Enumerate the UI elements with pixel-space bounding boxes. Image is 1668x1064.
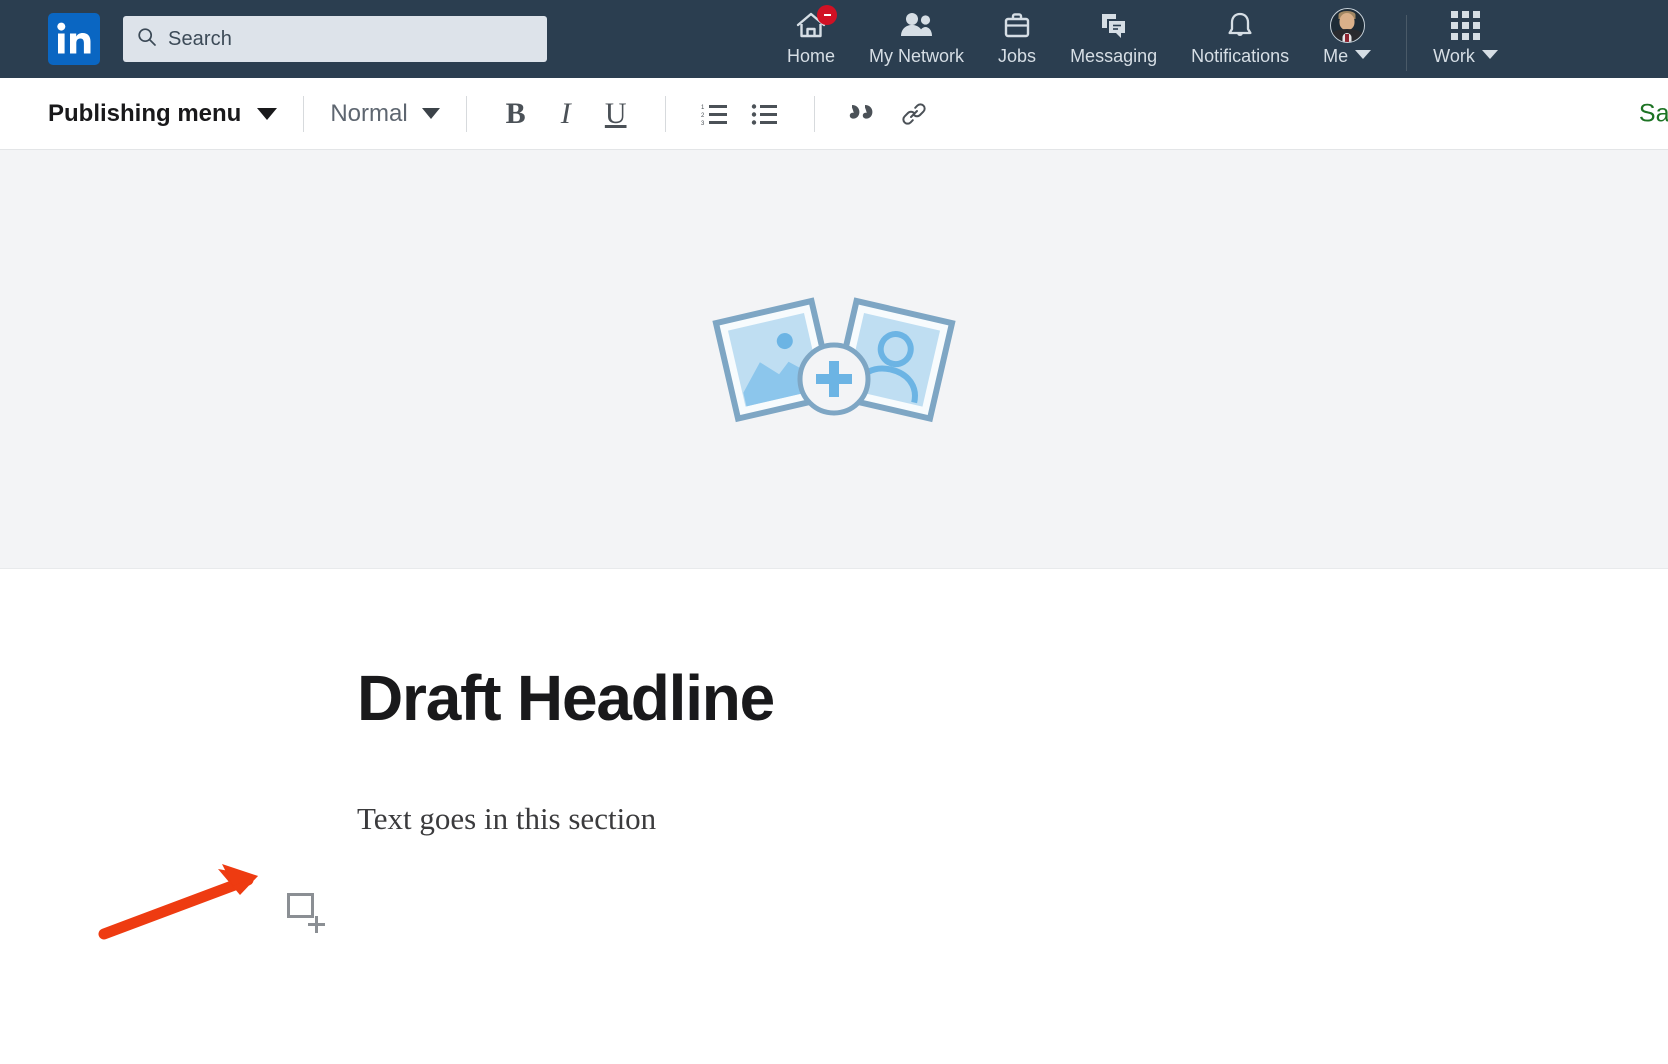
nav-item-messaging[interactable]: Messaging xyxy=(1053,8,1174,67)
article-headline[interactable]: Draft Headline xyxy=(357,663,1668,734)
toolbar-divider xyxy=(303,95,305,132)
quote-icon xyxy=(849,104,873,119)
message-icon xyxy=(1097,8,1131,42)
ordered-list-button[interactable]: 1 2 3 xyxy=(692,91,738,137)
search-icon xyxy=(137,27,157,52)
linkedin-logo[interactable] xyxy=(48,13,100,65)
bulleted-list-button[interactable] xyxy=(742,91,788,137)
search-placeholder: Search xyxy=(168,27,232,50)
page-root: Search Home My Network Jobs Messaging No… xyxy=(0,0,1668,1064)
chevron-down-icon xyxy=(421,108,440,119)
save-status-label[interactable]: Sav xyxy=(1639,99,1668,128)
nav-items: Home My Network Jobs Messaging Notificat… xyxy=(770,0,1498,78)
chevron-down-icon xyxy=(257,107,278,120)
article-editor: Draft Headline Text goes in this section xyxy=(0,663,1668,934)
nav-label-my-network: My Network xyxy=(869,46,965,66)
link-icon xyxy=(902,102,926,125)
home-notification-badge xyxy=(817,5,837,25)
bulleted-list-icon xyxy=(751,103,777,125)
nav-item-jobs[interactable]: Jobs xyxy=(981,8,1053,67)
italic-button[interactable]: I xyxy=(543,91,589,137)
chevron-down-icon xyxy=(1355,50,1372,59)
nav-label-work: Work xyxy=(1433,46,1475,66)
people-icon xyxy=(898,8,936,42)
text-format-group: B I U xyxy=(493,91,639,137)
briefcase-icon xyxy=(1001,8,1033,42)
nav-label-notifications: Notifications xyxy=(1191,46,1290,66)
nav-item-work[interactable]: Work xyxy=(1407,8,1498,67)
add-content-icon[interactable] xyxy=(287,893,327,934)
nav-item-home[interactable]: Home xyxy=(770,5,852,67)
app-grid-icon xyxy=(1451,8,1480,42)
chevron-down-icon xyxy=(1481,50,1498,59)
cover-image-placeholder[interactable] xyxy=(0,150,1668,569)
svg-text:3: 3 xyxy=(701,121,705,126)
avatar xyxy=(1329,7,1365,43)
insert-group xyxy=(841,91,937,137)
svg-text:1: 1 xyxy=(701,105,705,111)
nav-item-notifications[interactable]: Notifications xyxy=(1174,8,1306,67)
quote-button[interactable] xyxy=(841,91,887,137)
nav-item-my-network[interactable]: My Network xyxy=(852,8,981,67)
publishing-menu-button[interactable]: Publishing menu xyxy=(48,99,278,128)
nav-label-me: Me xyxy=(1323,46,1349,66)
ordered-list-icon: 1 2 3 xyxy=(701,104,727,126)
toolbar-divider xyxy=(465,95,467,132)
add-photos-icon xyxy=(710,287,958,432)
bold-button[interactable]: B xyxy=(493,91,539,137)
list-group: 1 2 3 xyxy=(692,91,788,137)
nav-label-home: Home xyxy=(787,46,836,66)
global-navigation-bar: Search Home My Network Jobs Messaging No… xyxy=(0,0,1668,78)
editor-toolbar: Publishing menu Normal B I U 1 2 3 Sa xyxy=(0,78,1668,150)
bell-icon xyxy=(1225,8,1255,42)
toolbar-divider xyxy=(664,95,666,132)
text-style-dropdown[interactable]: Normal xyxy=(330,99,440,128)
search-input[interactable]: Search xyxy=(123,16,547,62)
link-button[interactable] xyxy=(891,91,937,137)
publishing-menu-label: Publishing menu xyxy=(48,99,242,127)
text-style-label: Normal xyxy=(330,99,408,127)
toolbar-divider xyxy=(813,95,815,132)
nav-label-messaging: Messaging xyxy=(1070,46,1158,66)
underline-button[interactable]: U xyxy=(593,91,639,137)
svg-text:2: 2 xyxy=(701,113,705,119)
home-icon xyxy=(795,5,837,42)
nav-label-jobs: Jobs xyxy=(998,46,1037,66)
article-body-text[interactable]: Text goes in this section xyxy=(357,801,1668,837)
nav-item-me[interactable]: Me xyxy=(1306,7,1388,67)
